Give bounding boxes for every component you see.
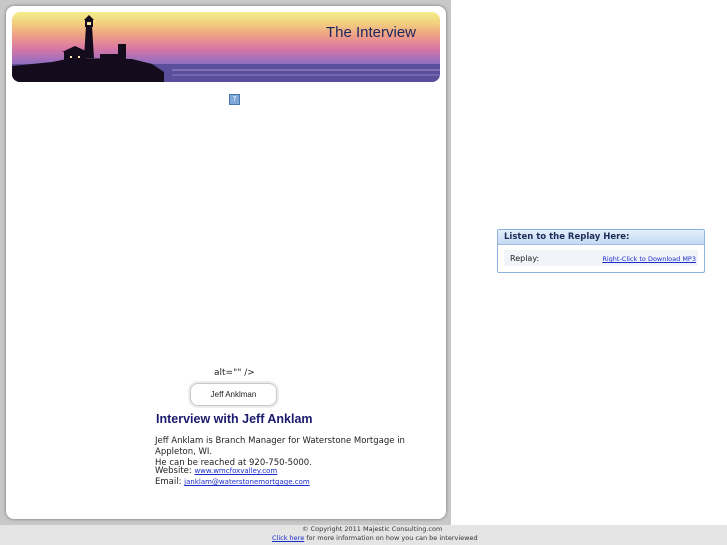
lighthouse-silhouette-icon <box>12 15 440 82</box>
copyright-text: © Copyright 2011 Majestic Consulting.com <box>302 525 443 533</box>
banner-title: The Interview <box>325 24 416 41</box>
email-label: Email: <box>155 477 182 487</box>
replay-label: Replay: <box>510 254 540 263</box>
bio-line: Jeff Anklam is Branch Manager for Waters… <box>155 436 405 457</box>
email-link[interactable]: janklam@waterstonemortgage.com <box>184 478 310 486</box>
website-row: Website: www.wmcfoxvalley.com <box>155 466 447 477</box>
contact-info: Website: www.wmcfoxvalley.com Email: jan… <box>155 466 447 488</box>
website-link[interactable]: www.wmcfoxvalley.com <box>194 467 277 475</box>
footer-info-text: for more information on how you can be i… <box>304 534 478 542</box>
interview-bio: Jeff Anklam is Branch Manager for Waters… <box>155 436 447 469</box>
download-mp3-link[interactable]: Right-Click to Download MP3 <box>602 255 696 263</box>
click-here-link[interactable]: Click here <box>272 534 304 542</box>
photo-caption: Jeff Anklman <box>190 383 277 406</box>
footer-info-line: Click here for more information on how y… <box>272 534 478 542</box>
website-label: Website: <box>155 466 192 476</box>
header-banner: The Interview <box>12 12 440 82</box>
email-row: Email: janklam@waterstonemortgage.com <box>155 477 447 488</box>
replay-panel: Listen to the Replay Here: Replay: Right… <box>497 229 705 273</box>
broken-image-icon: ? <box>229 94 240 105</box>
stray-alt-text: alt="" /> <box>214 368 255 378</box>
interview-heading: Interview with Jeff Anklam <box>156 412 313 426</box>
replay-row: Replay: Right-Click to Download MP3 <box>504 250 698 266</box>
replay-panel-header: Listen to the Replay Here: <box>498 230 704 245</box>
